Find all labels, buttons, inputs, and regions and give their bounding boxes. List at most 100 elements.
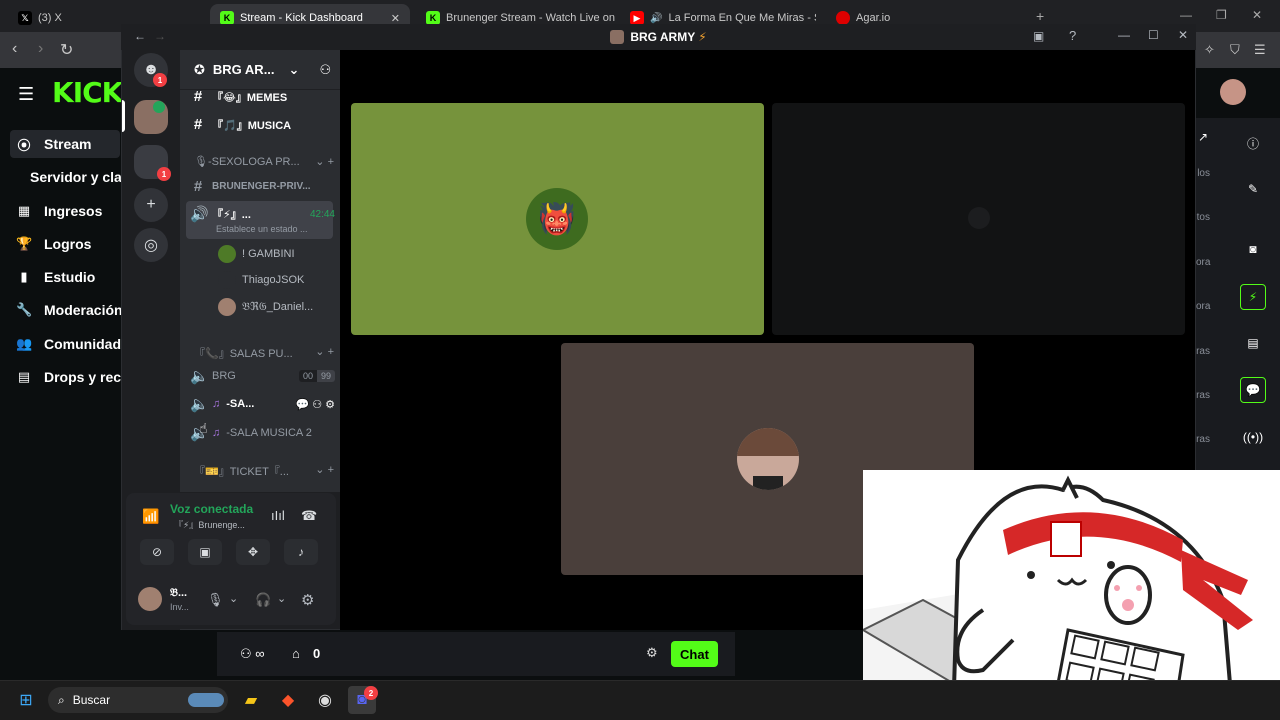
settings-icon[interactable]: ⚙ xyxy=(646,645,658,661)
edit-icon[interactable]: ✎ xyxy=(1240,176,1266,202)
voice-active-icon xyxy=(153,101,165,113)
user-limit: 99 xyxy=(316,370,335,382)
camera-icon[interactable]: ◙ xyxy=(1240,236,1266,262)
tab-label: Stream - Kick Dashboard xyxy=(240,12,363,24)
file-explorer-icon[interactable]: ▰ xyxy=(237,686,265,714)
close-icon[interactable]: ✕ xyxy=(1178,28,1188,42)
activities-icon[interactable]: ✥ xyxy=(236,539,270,565)
set-status-text[interactable]: Establece un estado ... xyxy=(216,224,328,234)
kick-logo[interactable]: KICK xyxy=(52,76,123,109)
kick-nav-moderacion[interactable]: 🔧 Moderación xyxy=(16,296,123,324)
forward-icon[interactable]: › xyxy=(38,40,43,58)
maximize-icon[interactable]: ☐ xyxy=(1148,28,1159,42)
hash-icon: # xyxy=(193,116,203,133)
add-server-icon[interactable]: + xyxy=(134,188,168,222)
server-header[interactable]: ✪ BRG AR... ⌄ ⚇ xyxy=(180,50,340,90)
kick-nav-logros[interactable]: 🏆 Logros xyxy=(16,230,91,258)
windows-start-icon[interactable]: ⊞ xyxy=(12,686,40,714)
noise-suppression-icon[interactable]: ıIıl xyxy=(271,508,285,523)
channel-label: 『🎵』MUSICA xyxy=(212,119,292,132)
avatar[interactable] xyxy=(1220,79,1246,105)
channel-musica[interactable]: # 『🎵』MUSICA xyxy=(190,116,335,133)
lightning-icon[interactable]: ⚡ xyxy=(1240,284,1266,310)
discover-icon[interactable]: ◎ xyxy=(134,228,168,262)
panel-row-text: los xyxy=(1197,168,1210,179)
minimize-icon[interactable]: — xyxy=(1180,8,1192,22)
kick-nav-comunidad[interactable]: 👥 Comunidad xyxy=(16,330,121,358)
chat-button[interactable]: Chat xyxy=(671,641,718,667)
video-tile-thiago[interactable] xyxy=(772,103,1185,335)
category-sexologa[interactable]: 🎙-SEXOLOGA PR... ⌄ + xyxy=(194,155,334,168)
voice-member[interactable]: ThiagoJSOK xyxy=(218,271,336,289)
back-icon[interactable]: ← xyxy=(134,29,146,43)
channel-label: -SALA MUSICA 2 xyxy=(226,427,312,439)
user-name[interactable]: 𝔅... xyxy=(170,587,187,600)
user-settings-icon[interactable]: ⚙ xyxy=(301,591,314,609)
screen-share-icon[interactable]: ▣ xyxy=(188,539,222,565)
avatar[interactable] xyxy=(138,587,162,611)
voice-channel-brg[interactable]: 🔈 BRG 00 99 xyxy=(190,367,335,385)
chevron-down-icon[interactable]: ⌄ xyxy=(277,592,286,605)
anime-avatar-icon xyxy=(737,428,799,490)
member-name: 𝔅ℜ𝔊_Daniel... xyxy=(242,301,314,313)
soundboard-icon[interactable]: ♪ xyxy=(284,539,318,565)
minimize-icon[interactable]: — xyxy=(1118,28,1130,42)
channel-actions-icon[interactable]: 💬 ⚇ ⚙ xyxy=(295,398,335,411)
youtube-icon: ▶ xyxy=(630,11,644,25)
category-ticket[interactable]: 『🎫』TICKET『... ⌄ + xyxy=(194,463,334,479)
close-icon[interactable]: ✕ xyxy=(391,12,400,25)
add-channel-icon[interactable]: ⌄ + xyxy=(315,463,334,479)
headphones-icon[interactable]: 🎧 xyxy=(255,592,271,608)
inbox-icon[interactable]: ▣ xyxy=(1033,29,1044,43)
brave-browser-icon[interactable]: ◆ xyxy=(274,686,302,714)
camera-off-icon[interactable]: ⊘ xyxy=(140,539,174,565)
user-status: Inv... xyxy=(170,602,189,612)
avatar xyxy=(968,207,990,229)
kick-nav-stream[interactable]: ⦿ Stream xyxy=(10,130,120,158)
add-member-icon[interactable]: ⚇ xyxy=(319,62,331,78)
panel-row-text: tos xyxy=(1196,212,1210,223)
taskbar-search[interactable]: ⌕ Buscar xyxy=(48,687,228,713)
category-salas[interactable]: 『📞』SALAS PU... ⌄ + xyxy=(194,345,334,361)
hamburger-icon[interactable]: ☰ xyxy=(18,84,34,105)
maximize-icon[interactable]: ❐ xyxy=(1216,8,1227,22)
kick-nav-ingresos[interactable]: ▦ Ingresos xyxy=(16,197,103,225)
voice-channel-sala[interactable]: 🔈 ♫ -SA... 💬 ⚇ ⚙ xyxy=(190,395,335,413)
reload-icon[interactable]: ↻ xyxy=(60,40,73,60)
voice-channel-name[interactable]: 『⚡』Brunenge... xyxy=(174,518,264,531)
kick-nav-estudio[interactable]: ▮ Estudio xyxy=(16,263,95,291)
voice-channel-active[interactable]: 🔊 『⚡』... 42:44 xyxy=(190,205,335,223)
broadcast-icon[interactable]: ((•)) xyxy=(1240,424,1266,450)
chat-bubble-icon[interactable]: 💬 xyxy=(1240,377,1266,403)
new-tab-icon[interactable]: + xyxy=(1036,8,1044,24)
voice-member[interactable]: 𝔅ℜ𝔊_Daniel... xyxy=(218,298,336,316)
microphone-icon[interactable]: 🎙 xyxy=(207,592,224,608)
voice-status[interactable]: Voz conectada xyxy=(170,502,253,516)
back-icon[interactable]: ‹ xyxy=(12,40,17,58)
chevron-down-icon[interactable]: ⌄ xyxy=(289,62,300,78)
help-icon[interactable]: ? xyxy=(1069,28,1076,43)
voice-member[interactable]: ! GAMBINI xyxy=(218,245,336,263)
document-icon[interactable]: ▤ xyxy=(1240,330,1266,356)
menu-icon[interactable]: ☰ xyxy=(1254,42,1266,58)
close-window-icon[interactable]: ✕ xyxy=(1252,8,1262,22)
shield-icon[interactable]: ⛉ xyxy=(1230,42,1240,58)
add-channel-icon[interactable]: ⌄ + xyxy=(315,155,334,168)
channel-brunenger-priv[interactable]: # BRUNENGER-PRIV... xyxy=(190,178,335,195)
broadcast-icon: ⦿ xyxy=(17,137,31,153)
chevron-down-icon[interactable]: ⌄ xyxy=(229,592,238,605)
info-icon[interactable]: ⓘ xyxy=(1240,130,1266,156)
panel-row-text: ras xyxy=(1196,390,1210,401)
channel-label: 『😂』MEMES xyxy=(212,91,288,104)
channel-memes[interactable]: # 『😂』MEMES xyxy=(190,88,335,105)
obs-icon[interactable]: ◉ xyxy=(311,686,339,714)
voice-channel-sala-musica-2[interactable]: 🔈 ♫ -SALA MUSICA 2 xyxy=(190,424,335,442)
kick-nav-server[interactable]: Servidor y clav xyxy=(30,163,130,191)
extensions-icon[interactable]: ✧ xyxy=(1204,42,1215,58)
popout-icon[interactable]: ↗ xyxy=(1198,130,1208,144)
video-tile-gambini[interactable]: 👹 xyxy=(351,103,764,335)
forward-icon[interactable]: → xyxy=(154,29,166,43)
add-channel-icon[interactable]: ⌄ + xyxy=(315,345,334,361)
kick-nav-drops[interactable]: ▤ Drops y reco xyxy=(16,363,130,391)
disconnect-icon[interactable]: ☎ xyxy=(301,508,317,524)
